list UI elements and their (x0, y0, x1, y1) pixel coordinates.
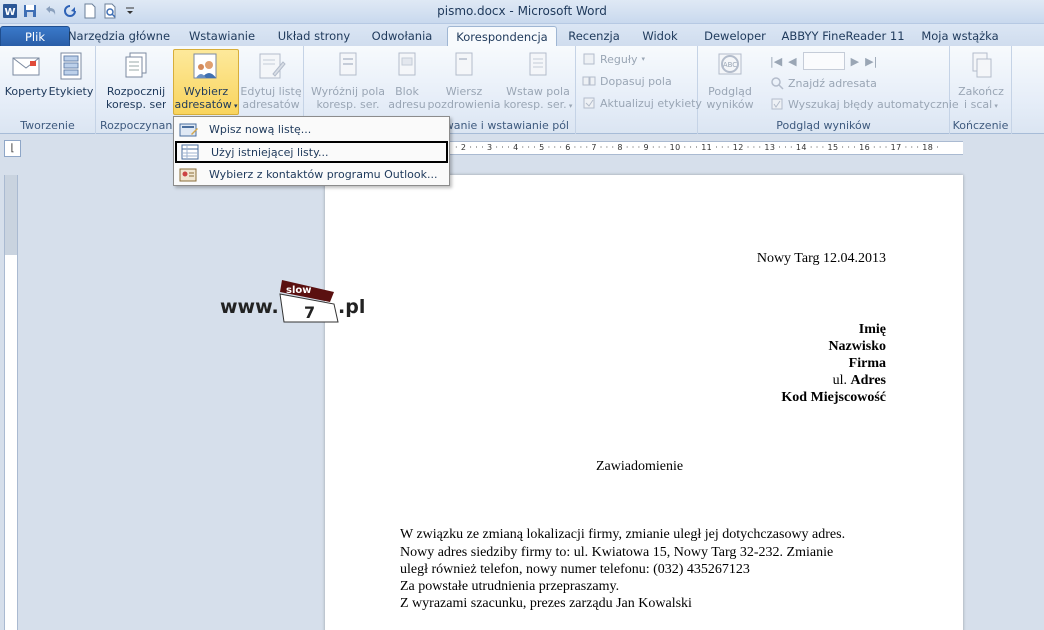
start-mail-merge-button[interactable]: Rozpocznij koresp. seryjną (100, 50, 172, 111)
select-recipients-button[interactable]: Wybierz adresatów ▾ (173, 49, 239, 115)
match-fields-button[interactable]: Dopasuj pola (582, 74, 672, 88)
tab-selector[interactable]: ⌊ (4, 140, 21, 157)
menu-item-outlook-contacts[interactable]: Wybierz z kontaktów programu Outlook... (175, 164, 448, 185)
tab-developer[interactable]: Deweloper (695, 26, 775, 47)
preview-results-icon: ABC (718, 53, 742, 75)
tab-review[interactable]: Recenzja (561, 26, 627, 47)
record-navigation: |◀ ◀ ▶ ▶| (770, 52, 877, 70)
ribbon-tabs: Plik Narzędzia główne Wstawianie Układ s… (0, 24, 1044, 48)
group-write-insert-small: Reguły ▾ Dopasuj pola Aktualizuj etykiety (576, 46, 702, 134)
match-fields-icon (582, 74, 596, 88)
recipient-postal: Kod Miejscowość (781, 390, 886, 405)
group-create: Koperty Etykiety Tworzenie (0, 46, 96, 134)
document-page[interactable]: Nowy Targ 12.04.2013 Imię Nazwisko Firma… (325, 175, 963, 630)
tab-references[interactable]: Odwołania (362, 26, 442, 47)
group-preview-results: ABC Podgląd wyników |◀ ◀ ▶ ▶| Znajdź adr… (698, 46, 959, 134)
envelope-icon (12, 57, 40, 76)
vertical-ruler[interactable] (4, 175, 18, 630)
finish-merge-button[interactable]: Zakończ i scal ▾ (954, 50, 1008, 113)
menu-item-use-existing-list[interactable]: Użyj istniejącej listy... (175, 141, 448, 163)
dropdown-arrow-icon: ▾ (231, 102, 238, 110)
insert-merge-field-button[interactable]: Wstaw pola koresp. ser. ▾ (502, 50, 574, 113)
tab-my-ribbon[interactable]: Moja wstążka (914, 26, 1006, 47)
group-finish: Zakończ i scal ▾ Kończenie (950, 46, 1012, 134)
auto-check-errors-button[interactable]: Wyszukaj błędy automatycznie (770, 97, 959, 111)
tab-insert[interactable]: Wstawianie (180, 26, 264, 47)
svg-text:ABC: ABC (723, 61, 737, 69)
body-line-2: Nowy adres siedziby firmy to: ul. Kwiato… (400, 545, 834, 560)
previous-record-icon[interactable]: ◀ (788, 55, 796, 68)
envelopes-button[interactable]: Koperty (4, 50, 48, 98)
highlight-fields-icon (339, 52, 357, 76)
greeting-line-icon (455, 52, 473, 76)
ribbon: Koperty Etykiety Tworzenie Rozpocznij ko… (0, 46, 1044, 134)
find-recipient-button[interactable]: Znajdź adresata (770, 76, 877, 90)
labels-icon (60, 52, 82, 80)
tab-page-layout[interactable]: Układ strony (270, 26, 358, 47)
body-line-3: uległ również telefon, nowy numer telefo… (400, 562, 750, 577)
outlook-contacts-icon (179, 168, 197, 181)
body-line-5: Z wyrazami szacunku, prezes zarządu Jan … (400, 596, 692, 611)
update-labels-icon (582, 96, 596, 110)
svg-text:7: 7 (304, 303, 315, 322)
labels-button[interactable]: Etykiety (48, 50, 94, 98)
letter-date: Nowy Targ 12.04.2013 (756, 251, 886, 266)
edit-recipient-list-button[interactable]: Edytuj listę adresatów (240, 50, 302, 111)
last-record-icon[interactable]: ▶| (865, 55, 877, 68)
body-line-1: W związku ze zmianą lokalizacji firmy, z… (400, 527, 846, 542)
svg-text:slow: slow (286, 285, 312, 296)
update-labels-button[interactable]: Aktualizuj etykiety (582, 96, 702, 110)
title-bar: W pismo.docx - Microsoft Word (0, 0, 1044, 24)
tab-home[interactable]: Narzędzia główne (64, 26, 174, 47)
group-label-preview: Podgląd wyników (776, 119, 871, 132)
edit-list-icon (259, 53, 286, 79)
preview-results-button[interactable]: ABC Podgląd wyników (702, 50, 758, 111)
check-errors-icon (770, 97, 784, 111)
first-record-icon[interactable]: |◀ (770, 55, 782, 68)
recipients-icon (193, 53, 217, 79)
address-block-icon (398, 52, 416, 76)
record-number-input[interactable] (802, 52, 845, 70)
group-label-finish: Kończenie (952, 119, 1009, 132)
address-block-button[interactable]: Blok adresu (388, 50, 426, 111)
group-label-create: Tworzenie (20, 119, 75, 132)
ruler-marks: · 2 · · · 3 · · · 4 · · · 5 · · · 6 · · … (455, 143, 940, 152)
tab-abbyy[interactable]: ABBYY FineReader 11 (780, 26, 906, 47)
body-line-4: Za powstałe utrudnienia przepraszamy. (400, 579, 620, 594)
tab-mailings[interactable]: Korespondencja (447, 26, 557, 48)
next-record-icon[interactable]: ▶ (851, 55, 859, 68)
letter-subject: Zawiadomienie (596, 459, 684, 474)
recipient-surname: Nazwisko (828, 339, 886, 354)
rules-icon (582, 52, 596, 66)
new-list-icon (179, 123, 198, 136)
recipient-name: Imię (858, 322, 886, 337)
tab-file[interactable]: Plik (0, 26, 70, 47)
logo-badge-icon: slow 7 (279, 280, 339, 323)
greeting-line-button[interactable]: Wiersz pozdrowienia (426, 50, 502, 111)
recipient-company: Firma (848, 356, 886, 371)
select-recipients-menu: Wpisz nową listę... Użyj istniejącej lis… (173, 116, 450, 186)
highlight-merge-fields-button[interactable]: Wyróżnij pola koresp. ser. (308, 50, 388, 111)
recipient-street: ul. Adres (832, 373, 886, 388)
menu-item-type-new-list[interactable]: Wpisz nową listę... (175, 119, 448, 140)
vertical-ruler-margin (5, 175, 17, 255)
tab-view[interactable]: Widok (632, 26, 688, 47)
window-title: pismo.docx - Microsoft Word (437, 4, 607, 18)
insert-field-icon (529, 52, 547, 76)
mail-merge-documents-icon (125, 52, 147, 78)
finish-merge-icon (972, 52, 992, 78)
rules-button[interactable]: Reguły ▾ (582, 52, 645, 66)
existing-list-icon (181, 144, 199, 160)
find-recipient-icon (770, 76, 784, 90)
